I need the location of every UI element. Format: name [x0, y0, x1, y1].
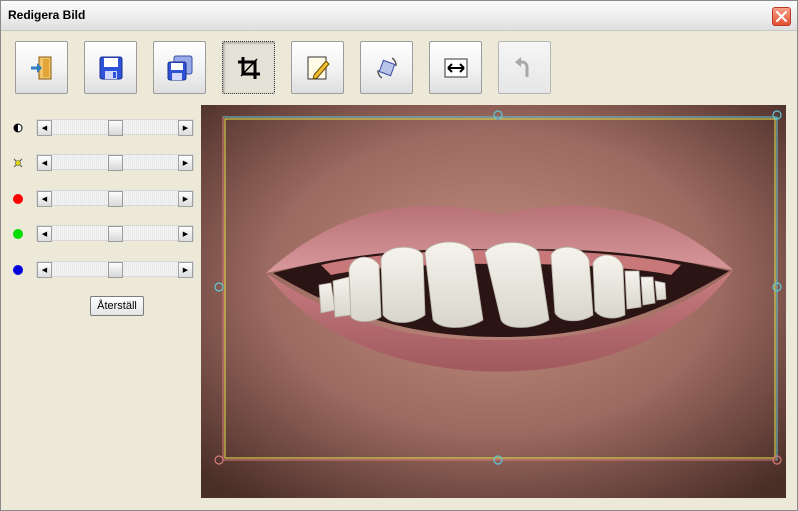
resize-button[interactable]: [429, 41, 482, 94]
red-increase-arrow[interactable]: ▶: [178, 191, 193, 207]
exit-button[interactable]: [15, 41, 68, 94]
undo-arrow-icon: [515, 57, 529, 77]
smiling-mouth-teeth-photo: [201, 105, 786, 498]
brightness-decrease-arrow[interactable]: ◀: [37, 155, 52, 171]
blue-dot-icon: [13, 265, 23, 275]
close-button[interactable]: [772, 7, 791, 26]
brightness-slider-row: ◀ ▶: [1, 154, 201, 172]
pencil-note-icon: [307, 56, 330, 80]
contrast-slider[interactable]: ◀ ▶: [36, 119, 194, 136]
contrast-decrease-arrow[interactable]: ◀: [37, 120, 52, 136]
red-slider-row: ◀ ▶: [1, 190, 201, 208]
red-decrease-arrow[interactable]: ◀: [37, 191, 52, 207]
rotate-button[interactable]: [360, 41, 413, 94]
close-icon: [776, 11, 787, 22]
red-dot-icon: [13, 194, 23, 204]
blue-slider-row: ◀ ▶: [1, 261, 201, 279]
floppy-disk-icon: [99, 56, 123, 80]
contrast-icon: [13, 123, 23, 133]
blue-slider-thumb[interactable]: [108, 262, 123, 278]
brightness-slider-thumb[interactable]: [108, 155, 123, 171]
contrast-slider-row: ◀ ▶: [1, 119, 201, 137]
crop-icon: [238, 57, 260, 79]
brightness-sun-icon: [13, 158, 23, 168]
green-slider[interactable]: ◀ ▶: [36, 225, 194, 242]
blue-slider[interactable]: ◀ ▶: [36, 261, 194, 278]
edit-button[interactable]: [291, 41, 344, 94]
exit-door-icon: [31, 56, 52, 80]
green-dot-icon: [13, 229, 23, 239]
brightness-slider[interactable]: ◀ ▶: [36, 154, 194, 171]
save-as-button[interactable]: [153, 41, 206, 94]
save-button[interactable]: [84, 41, 137, 94]
red-slider-thumb[interactable]: [108, 191, 123, 207]
green-slider-thumb[interactable]: [108, 226, 123, 242]
red-slider[interactable]: ◀ ▶: [36, 190, 194, 207]
reset-button[interactable]: Återställ: [90, 296, 144, 316]
blue-increase-arrow[interactable]: ▶: [178, 262, 193, 278]
rotate-icon: [377, 57, 397, 79]
blue-decrease-arrow[interactable]: ◀: [37, 262, 52, 278]
crop-button[interactable]: [222, 41, 275, 94]
edit-image-window: Redigera Bild ◀ ▶ ◀ ▶ ◀ ▶ ◀ ▶ ◀ ▶ Återst…: [0, 0, 798, 511]
green-increase-arrow[interactable]: ▶: [178, 226, 193, 242]
resize-horizontal-icon: [444, 58, 468, 78]
adjustment-panel: ◀ ▶ ◀ ▶ ◀ ▶ ◀ ▶ ◀ ▶ Återställ: [1, 101, 201, 421]
contrast-slider-thumb[interactable]: [108, 120, 123, 136]
contrast-increase-arrow[interactable]: ▶: [178, 120, 193, 136]
image-canvas[interactable]: [201, 105, 786, 498]
brightness-increase-arrow[interactable]: ▶: [178, 155, 193, 171]
green-slider-row: ◀ ▶: [1, 225, 201, 243]
floppy-disk-copy-icon: [167, 55, 193, 81]
title-bar[interactable]: Redigera Bild: [1, 1, 797, 31]
undo-button[interactable]: [498, 41, 551, 94]
window-title: Redigera Bild: [8, 8, 86, 22]
green-decrease-arrow[interactable]: ◀: [37, 226, 52, 242]
